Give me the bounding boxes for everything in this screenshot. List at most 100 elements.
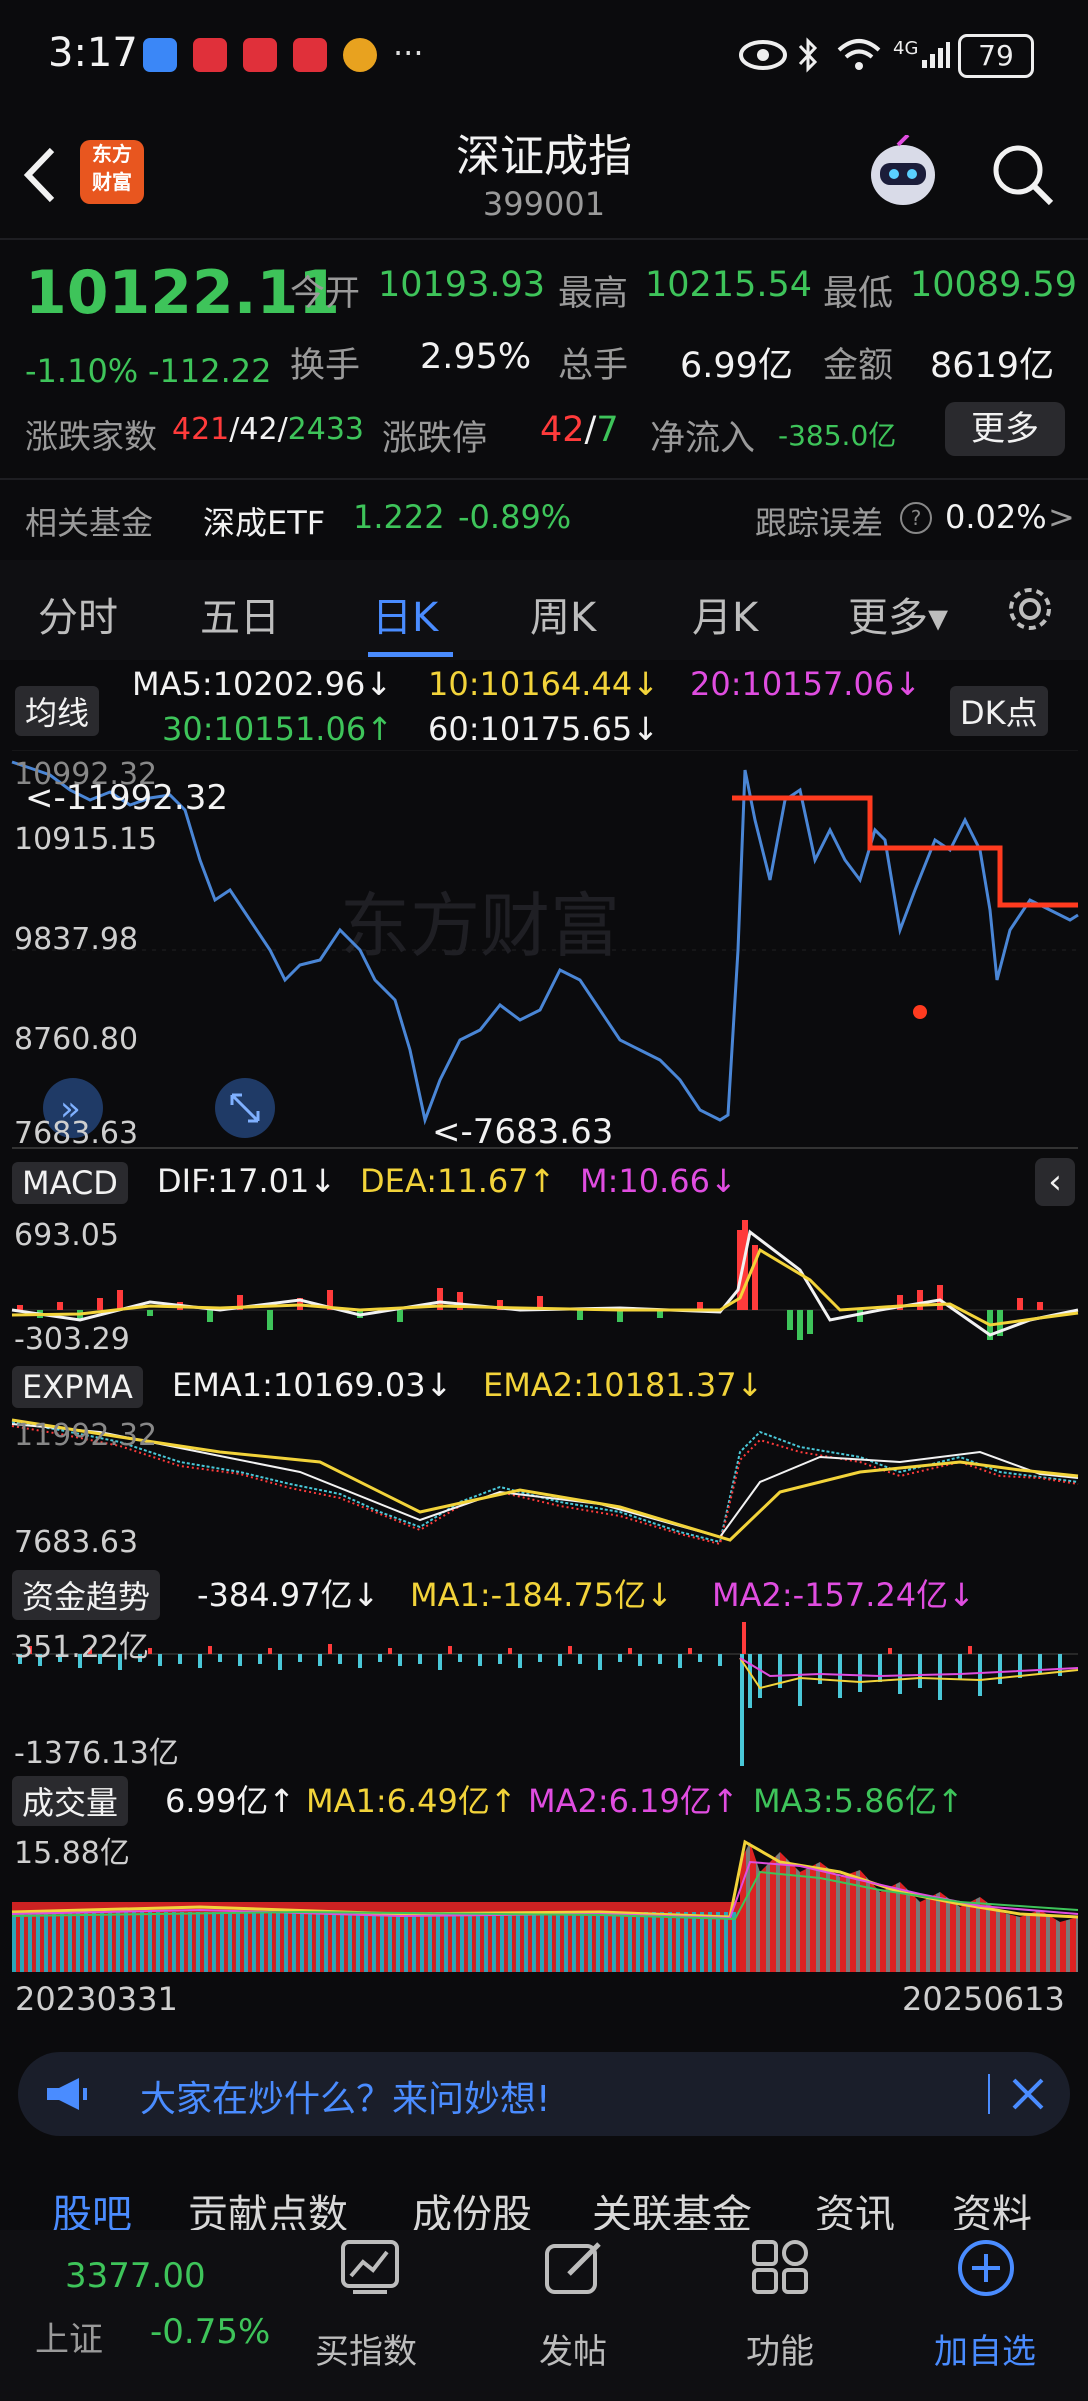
weibo-icon [343,38,377,72]
status-time: 3:17 [48,30,138,76]
inflow-label: 净流入 [650,419,756,459]
divider [0,238,1088,240]
info-tabs: 股吧 贡献点数 成份股 关联基金 资讯 资料 [0,2160,1088,2238]
search-icon[interactable] [988,140,1058,210]
start-date: 20230331 [15,1980,178,2018]
tracking-error-label: 跟踪误差 [755,504,884,542]
volume-ma2: MA2:6.19亿↑ [528,1782,739,1820]
active-tab-indicator [368,652,453,657]
expma-selector[interactable]: EXPMA [12,1366,143,1408]
buy-index-button[interactable]: 买指数 [315,2238,425,2388]
fundflow-value: -384.97亿↓ [197,1576,380,1614]
updown-label: 涨跌家数 [25,417,157,456]
buy-index-label: 买指数 [315,2332,417,2372]
post-button[interactable]: 发帖 [535,2238,615,2388]
open-value: 10193.93 [378,265,546,305]
signal-icon [922,42,950,68]
fundflow-ma2: MA2:-157.24亿↓ [712,1576,975,1614]
add-watchlist-button[interactable]: 加自选 [932,2238,1042,2388]
divider [988,2074,990,2114]
dk-point-button[interactable]: DK点 [950,686,1048,736]
network-type: 4G [893,38,919,59]
index-ticker[interactable]: 3377.00 上证 -0.75% [0,2230,300,2401]
tab-weekly-k[interactable]: 周K [530,585,596,643]
limit-label: 涨跌停 [382,419,488,459]
volume-ma3: MA3:5.86亿↑ [753,1782,964,1820]
fund-price: 1.222 [353,498,445,536]
volume-value: 6.99亿 [680,346,793,386]
turnover-value: 2.95% [420,337,532,377]
banner-text: 大家在炒什么？来问妙想! [140,2079,551,2120]
functions-button[interactable]: 功能 [742,2238,822,2388]
fund-label: 相关基金 [25,504,154,542]
macd-bottom-label: -303.29 [14,1322,130,1357]
chart-icon [341,2240,399,2294]
grid-icon [752,2240,808,2294]
volume-ma1: MA1:6.49亿↑ [306,1782,517,1820]
fundflow-ma1: MA1:-184.75亿↓ [410,1576,673,1614]
volume-chart [11,1839,1079,1972]
low-label: 最低 [823,274,894,314]
status-bar: 3:17 ··· 4G 79 [0,0,1088,115]
max-price-note: <-11992.32 [25,778,228,818]
chevron-right-icon: > [1048,498,1075,536]
close-icon[interactable] [1008,2074,1048,2114]
change-percent: -1.10% [25,352,139,390]
amount-label: 金额 [823,346,894,386]
macd-top-label: 693.05 [14,1218,119,1253]
battery-indicator: 79 [958,34,1034,78]
ask-banner[interactable]: 大家在炒什么？来问妙想! [18,2052,1070,2136]
index-price: 3377.00 [65,2256,206,2296]
collapse-panel-button[interactable]: ‹ [1035,1158,1075,1206]
fundflow-top-label: 351.22亿 [14,1630,149,1665]
separator: / [584,410,597,450]
bluetooth-icon [798,37,818,73]
up-count: 421 [172,412,230,447]
separator: / [277,412,288,447]
turnover-label: 换手 [290,346,361,386]
macd-chart [11,1220,1079,1340]
end-date: 20250613 [902,1980,1065,2018]
limit-down: 7 [596,410,619,450]
macd-selector[interactable]: MACD [12,1162,128,1204]
help-icon[interactable]: ? [900,502,932,534]
ma30-value: 30:10151.06↑ [162,710,393,748]
tab-more[interactable]: 更多▾ [848,585,948,643]
tab-timeshare[interactable]: 分时 [38,585,118,643]
y-axis-label: 9837.98 [14,922,139,957]
separator: / [229,412,240,447]
tracking-error-value: 0.02% [945,498,1047,536]
tab-monthly-k[interactable]: 月K [692,585,758,643]
app-notification-icon [243,38,277,72]
tab-daily-k[interactable]: 日K [372,585,438,643]
volume-selector[interactable]: 成交量 [12,1776,129,1826]
fund-change: -0.89% [458,498,572,536]
ma10-value: 10:10164.44↓ [428,665,659,703]
tab-five-day[interactable]: 五日 [200,585,280,643]
macd-dea: DEA:11.67↑ [360,1162,556,1200]
edit-icon [545,2242,601,2294]
volume-label: 总手 [558,346,629,386]
high-value: 10215.54 [645,265,813,305]
index-name: 上证 [35,2320,103,2360]
min-price-note: <-7683.63 [432,1112,614,1152]
expma-top-label: 11992.32 [14,1418,158,1453]
y-axis-label: 8760.80 [14,1022,139,1057]
related-fund-row[interactable]: 相关基金 深成ETF 1.222 -0.89% 跟踪误差 ? 0.02% > [0,480,1088,556]
change-value: -112.22 [148,352,272,390]
post-label: 发帖 [539,2332,607,2372]
macd-m: M:10.66↓ [580,1162,737,1200]
inflow-value: -385.0亿 [778,419,897,452]
more-button[interactable]: 更多 [945,402,1065,456]
fundflow-selector[interactable]: 资金趋势 [12,1570,161,1620]
ma-selector[interactable]: 均线 [15,686,100,736]
limit-counts: 42/7 [540,410,619,450]
volume-value: 6.99亿↑ [165,1782,296,1820]
robot-assistant-icon[interactable] [858,135,948,215]
gear-icon[interactable] [1003,582,1057,636]
y-axis-label: 7683.63 [14,1116,139,1151]
amount-value: 8619亿 [930,346,1055,386]
expma-ema1: EMA1:10169.03↓ [172,1366,453,1404]
app-notification-icon [193,38,227,72]
add-watchlist-label: 加自选 [934,2332,1036,2372]
